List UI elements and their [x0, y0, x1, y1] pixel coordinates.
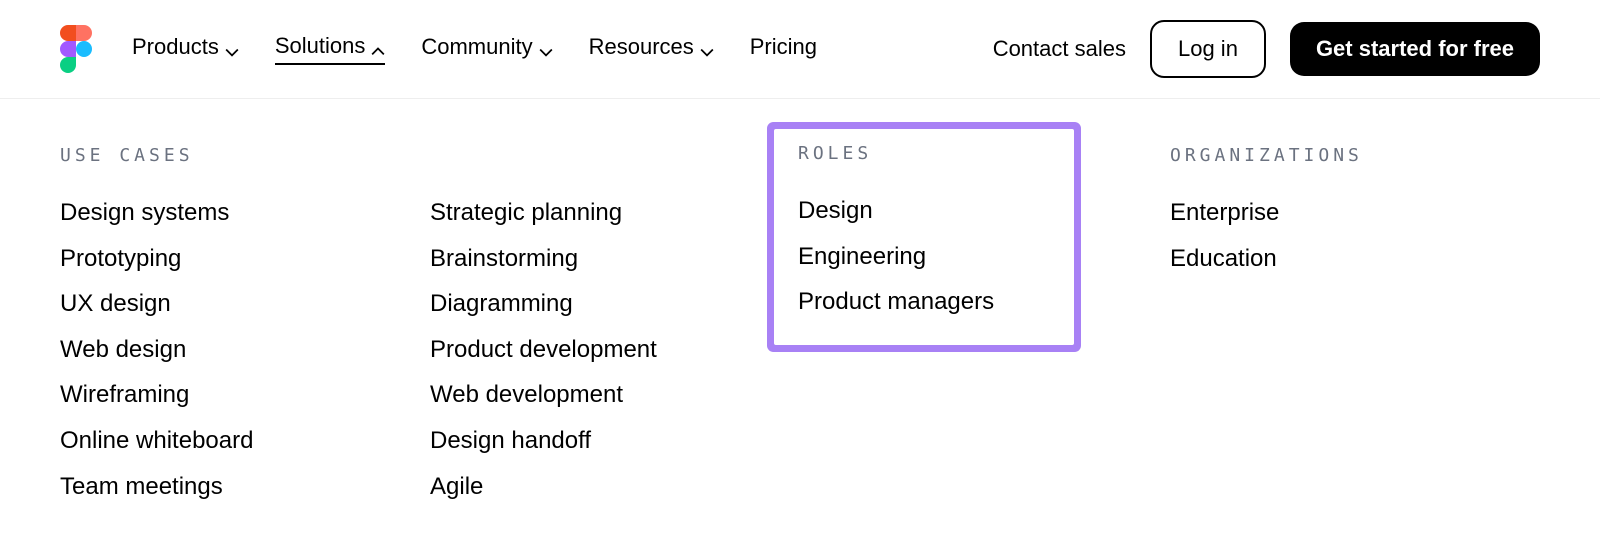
nav-label: Resources [589, 34, 694, 60]
menu-link[interactable]: Team meetings [60, 464, 430, 510]
menu-link[interactable]: Web design [60, 327, 430, 373]
menu-link[interactable]: Agile [430, 464, 800, 510]
nav-item-community[interactable]: Community [421, 34, 552, 64]
contact-sales-link[interactable]: Contact sales [993, 36, 1126, 62]
menu-link[interactable]: Wireframing [60, 372, 430, 418]
chevron-down-icon [700, 40, 714, 54]
menu-link[interactable]: Design systems [60, 190, 430, 236]
menu-link[interactable]: Online whiteboard [60, 418, 430, 464]
menu-link[interactable]: Design handoff [430, 418, 800, 464]
col-use-cases-1: USE CASES Design systems Prototyping UX … [60, 145, 430, 509]
col-heading-roles: ROLES [798, 143, 1050, 164]
col-heading-organizations: ORGANIZATIONS [1170, 145, 1540, 166]
chevron-down-icon [225, 40, 239, 54]
menu-link[interactable]: Web development [430, 372, 800, 418]
menu-link[interactable]: Diagramming [430, 281, 800, 327]
col-organizations: ORGANIZATIONS Enterprise Education [1170, 145, 1540, 509]
menu-link[interactable]: Enterprise [1170, 190, 1540, 236]
menu-link[interactable]: Brainstorming [430, 236, 800, 282]
header-bar: Products Solutions Community Resources P… [0, 0, 1600, 99]
chevron-up-icon [371, 39, 385, 53]
menu-link[interactable]: Engineering [798, 234, 1050, 280]
menu-link[interactable]: Design [798, 188, 1050, 234]
nav-item-products[interactable]: Products [132, 34, 239, 64]
col-heading-use-cases: USE CASES [60, 145, 430, 166]
figma-logo[interactable] [60, 25, 92, 73]
col-roles: ROLES Design Engineering Product manager… [800, 145, 1170, 509]
get-started-button[interactable]: Get started for free [1290, 22, 1540, 76]
menu-link[interactable]: Prototyping [60, 236, 430, 282]
menu-link[interactable]: Product development [430, 327, 800, 373]
menu-link[interactable]: UX design [60, 281, 430, 327]
menu-link[interactable]: Product managers [798, 279, 1050, 325]
login-button[interactable]: Log in [1150, 20, 1266, 78]
nav-item-solutions[interactable]: Solutions [275, 33, 386, 65]
nav-label: Pricing [750, 34, 817, 60]
menu-link[interactable]: Strategic planning [430, 190, 800, 236]
mega-menu: USE CASES Design systems Prototyping UX … [0, 99, 1600, 549]
nav-label: Products [132, 34, 219, 60]
col-use-cases-2: . Strategic planning Brainstorming Diagr… [430, 145, 800, 509]
nav-item-pricing[interactable]: Pricing [750, 34, 817, 64]
roles-highlight-box: ROLES Design Engineering Product manager… [774, 129, 1074, 345]
nav-label: Community [421, 34, 532, 60]
nav-right: Contact sales Log in Get started for fre… [993, 20, 1540, 78]
nav-left: Products Solutions Community Resources P… [132, 33, 817, 65]
chevron-down-icon [539, 40, 553, 54]
nav-item-resources[interactable]: Resources [589, 34, 714, 64]
menu-link[interactable]: Education [1170, 236, 1540, 282]
nav-label: Solutions [275, 33, 366, 59]
